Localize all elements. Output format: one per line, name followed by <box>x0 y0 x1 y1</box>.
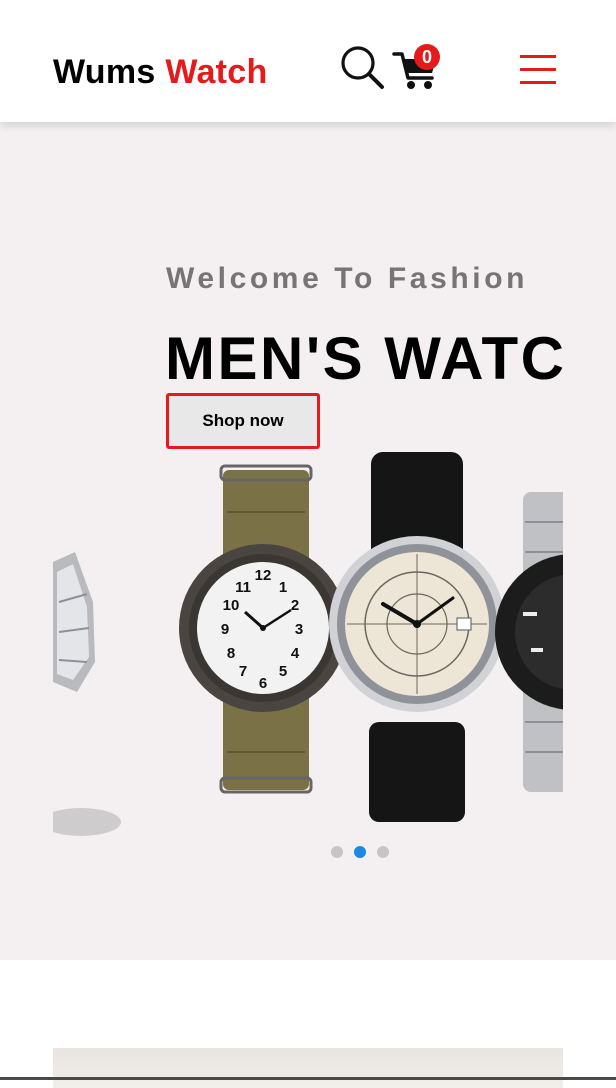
svg-text:7: 7 <box>239 663 247 680</box>
svg-text:4: 4 <box>291 645 300 662</box>
featured-image-preview <box>53 1048 563 1088</box>
brand-name-part1: Wums <box>53 53 156 91</box>
svg-text:10: 10 <box>223 597 240 614</box>
slide-dot-1[interactable] <box>331 846 343 858</box>
menu-button[interactable] <box>518 52 558 88</box>
brand-name-part2: Watch <box>165 53 268 91</box>
svg-text:5: 5 <box>279 663 287 680</box>
hero-subtitle: Welcome To Fashion <box>166 262 529 295</box>
brand-logo[interactable]: Wums Watch <box>53 50 268 94</box>
svg-text:2: 2 <box>291 597 299 614</box>
search-icon <box>341 46 384 89</box>
svg-text:12: 12 <box>255 567 272 584</box>
hero-watch-image: 12 3 6 9 11 10 1 2 4 5 7 8 <box>53 452 563 836</box>
hamburger-menu-icon <box>520 55 556 84</box>
svg-text:6: 6 <box>259 675 267 692</box>
hero-banner: Welcome To Fashion MEN'S WATCHES Shop no… <box>0 122 616 960</box>
content-section <box>0 960 616 1088</box>
black-leather-strap-watch <box>329 452 505 822</box>
search-button[interactable] <box>339 44 387 92</box>
site-header: Wums Watch 0 <box>0 0 616 122</box>
hero-slider[interactable]: Welcome To Fashion MEN'S WATCHES Shop no… <box>53 122 563 960</box>
hero-title: MEN'S WATCHES <box>165 325 563 392</box>
svg-text:11: 11 <box>235 579 251 596</box>
svg-text:1: 1 <box>279 579 287 596</box>
slide-dot-3[interactable] <box>377 846 389 858</box>
shop-now-button[interactable]: Shop now <box>166 393 320 449</box>
steel-bracelet-watch <box>53 552 121 836</box>
diver-watch <box>495 492 563 792</box>
cart-button[interactable]: 0 <box>392 42 444 92</box>
slide-dot-2-active[interactable] <box>354 846 366 858</box>
cart-count-badge: 0 <box>414 44 440 70</box>
svg-text:9: 9 <box>221 621 229 638</box>
svg-text:3: 3 <box>295 621 303 638</box>
olive-nato-strap-watch: 12 3 6 9 11 10 1 2 4 5 7 8 <box>179 464 347 794</box>
svg-text:8: 8 <box>227 645 235 662</box>
